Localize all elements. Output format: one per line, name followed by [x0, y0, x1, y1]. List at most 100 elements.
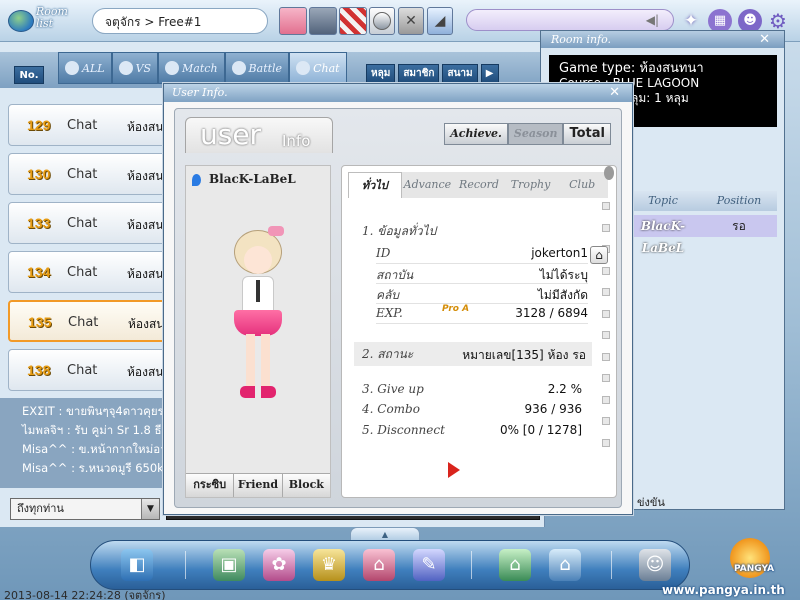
megaphone-input[interactable]: ◀| — [466, 9, 674, 31]
room-mode: Chat — [67, 167, 98, 182]
room-number: 138 — [27, 362, 51, 378]
scroll-knob[interactable] — [604, 166, 614, 180]
room-row-selected[interactable]: 135 Chat ห้องสน — [8, 300, 183, 342]
minimize-button[interactable] — [369, 7, 395, 35]
room-name: ห้องสน — [127, 365, 164, 379]
scroll-step — [602, 438, 610, 447]
scrollbar[interactable] — [602, 202, 612, 482]
caddie-portrait-button[interactable] — [339, 7, 367, 35]
scroll-step — [602, 202, 610, 210]
stat-value: 2.2 % — [547, 382, 582, 396]
stats-tabs: ทั่วไป Advance Record Trophy Club — [348, 172, 608, 198]
trophy-icon[interactable]: ♛ — [313, 549, 345, 581]
room-name: ห้องสน — [128, 317, 165, 331]
user-info-dialog: User Info. ✕ user Info Achieve. Season T… — [163, 83, 633, 515]
stat-row: 4. Combo 936 / 936 — [362, 402, 582, 422]
cursor-arrow-icon — [448, 462, 460, 478]
gift-icon[interactable]: ✿ — [263, 549, 295, 581]
scroll-step — [602, 309, 610, 318]
timestamp: 2013-08-14 22:24:28 (จตุจักร) — [4, 589, 166, 600]
rank-badge: Pro A — [442, 304, 470, 314]
tab-advance[interactable]: Advance — [402, 172, 454, 198]
tab-trophy[interactable]: Trophy — [505, 172, 557, 198]
scratch-card-icon[interactable]: ✎ — [413, 549, 445, 581]
globe-icon — [8, 10, 34, 32]
avatar-bow — [268, 226, 284, 236]
my-room-icon[interactable]: ⌂ — [363, 549, 395, 581]
exit-door-icon[interactable]: ◧ — [121, 549, 153, 581]
achieve-button[interactable]: Achieve. — [444, 123, 508, 145]
room-row[interactable]: 138 Chat ห้องสน — [8, 349, 183, 391]
player-name: BlacK-LaBeL — [192, 172, 296, 186]
location-pin-icon — [192, 173, 201, 186]
room-mode: Chat — [68, 315, 99, 330]
character-card: BlacK-LaBeL กระซิบ Friend Block — [185, 165, 331, 498]
room-row[interactable]: 129 Chat ห้องสน — [8, 104, 183, 146]
settings-plug-icon[interactable]: ☺ — [639, 549, 671, 581]
field-row: ID jokerton1 — [376, 244, 588, 264]
sort-course-button[interactable]: สนาม — [442, 64, 478, 84]
chat-target-value: ถึงทุกท่าน — [17, 502, 64, 515]
field-value: ไม่มีสังกัด — [537, 288, 588, 302]
whisper-button[interactable]: กระซิบ — [186, 474, 235, 497]
room-row[interactable]: 133 Chat ห้องสน — [8, 202, 183, 244]
player-name-text: BlacK-LaBeL — [209, 172, 296, 186]
stat-value: 936 / 936 — [524, 402, 582, 416]
tab-general[interactable]: ทั่วไป — [348, 172, 402, 198]
field-row: สถาบัน ไม่ได้ระบุ — [376, 264, 588, 284]
close-icon[interactable]: ✕ — [609, 85, 620, 100]
total-button[interactable]: Total — [563, 123, 611, 145]
close-button[interactable]: ✕ — [398, 7, 424, 35]
room-list-logo-text: Room list — [36, 5, 68, 30]
dock-divider — [471, 551, 472, 579]
room-mode: Chat — [67, 118, 98, 133]
sort-members-button[interactable]: สมาชิก — [398, 64, 440, 84]
dock-toggle-handle[interactable]: ▲ — [350, 527, 420, 541]
sort-buttons: หลุม สมาชิก สนาม ▶ — [366, 64, 499, 84]
room-number: 130 — [27, 166, 51, 182]
room-number: 134 — [27, 264, 51, 280]
lounge-icon[interactable]: ⌂ — [499, 549, 531, 581]
home-icon[interactable]: ⌂ — [590, 246, 608, 264]
field-row: คลับ ไม่มีสังกัด — [376, 284, 588, 304]
chevron-down-icon[interactable]: ▼ — [141, 499, 159, 519]
sort-holes-button[interactable]: หลุม — [366, 64, 396, 84]
scroll-step — [602, 331, 610, 339]
shop-icon[interactable]: ▣ — [213, 549, 245, 581]
field-value: jokerton1 — [531, 246, 588, 260]
room-info-title: Room info. — [541, 31, 784, 48]
room-number: 133 — [27, 215, 51, 231]
room-row[interactable]: 134 Chat ห้องสน — [8, 251, 183, 293]
home-return-icon[interactable]: ⌂ — [549, 549, 581, 581]
channel-path[interactable]: จตุจักร > Free#1 — [92, 8, 268, 34]
avatar-skirt — [234, 310, 282, 336]
game-type: Game type: ห้องสนทนา — [559, 61, 704, 76]
block-button[interactable]: Block — [282, 474, 330, 497]
tab-match[interactable]: Match — [158, 52, 225, 84]
chat-target-select[interactable]: ถึงทุกท่าน ▼ — [10, 498, 160, 520]
chat-message: ΕΧΣΙΤ : ขายพินๆจุ4ดาวคุยร — [22, 404, 164, 418]
close-icon[interactable]: ✕ — [759, 32, 770, 47]
character-portrait-button[interactable] — [309, 7, 337, 35]
tab-vs[interactable]: VS — [111, 52, 159, 84]
tab-battle[interactable]: Battle — [224, 52, 290, 84]
tab-club[interactable]: Club — [556, 172, 608, 198]
stats-panel: ทั่วไป Advance Record Trophy Club 1. ข้อ… — [341, 165, 617, 498]
section-general-title: 1. ข้อมูลทั่วไป — [362, 224, 437, 238]
sort-number-button[interactable]: No. — [14, 66, 44, 84]
friend-button[interactable]: Friend — [234, 474, 283, 497]
scroll-step — [602, 417, 610, 425]
next-page-button[interactable]: ▶ — [480, 64, 499, 84]
character-portrait-button[interactable] — [279, 7, 307, 35]
course-map-button[interactable]: ◢ — [427, 7, 453, 35]
chat-message: ไมพลจิฯ : รับ คูม่า Sr 1.8 ธี — [22, 423, 162, 437]
logo-big-text: user — [200, 118, 262, 151]
tab-record[interactable]: Record — [453, 172, 505, 198]
avatar-tie — [256, 280, 260, 302]
season-button[interactable]: Season — [507, 123, 564, 145]
room-number: 129 — [27, 117, 51, 133]
tab-chat[interactable]: Chat — [289, 52, 347, 84]
tab-all[interactable]: ALL — [58, 52, 112, 84]
room-row[interactable]: 130 Chat ห้องสน — [8, 153, 183, 195]
battle-icon — [231, 61, 246, 75]
